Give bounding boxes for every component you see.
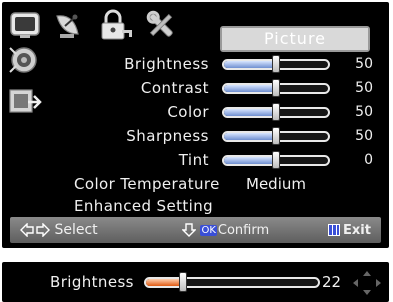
menu-title-tab: Picture — [220, 26, 370, 52]
menu-footer-hints: Select OK Confirm Exit — [10, 217, 381, 243]
tint-slider-handle[interactable] — [272, 151, 280, 169]
quick-brightness-label: Brightness — [50, 273, 134, 291]
contrast-row[interactable]: Contrast 50 — [2, 76, 389, 100]
picture-osd-menu: Picture Brightness 50 Contrast 50 Color … — [2, 2, 389, 248]
exit-label: Exit — [343, 223, 371, 238]
quick-brightness-slider[interactable] — [144, 277, 320, 288]
brightness-label: Brightness — [124, 55, 209, 73]
color-temperature-label[interactable]: Color Temperature — [74, 172, 220, 196]
brightness-slider-handle[interactable] — [272, 55, 280, 73]
color-value: 50 — [355, 104, 373, 120]
tools-icon[interactable] — [144, 8, 178, 42]
exit-hint[interactable]: Exit — [328, 217, 371, 243]
quick-brightness-value: 22 — [322, 273, 342, 291]
menu-title: Picture — [222, 28, 368, 50]
exit-key-icon — [328, 224, 340, 236]
contrast-value: 50 — [355, 80, 373, 96]
confirm-hint: OK Confirm — [181, 217, 270, 243]
sharpness-slider-handle[interactable] — [272, 127, 280, 145]
down-arrow-icon — [181, 223, 197, 237]
ok-key-badge: OK — [200, 224, 217, 236]
sharpness-row[interactable]: Sharpness 50 — [2, 124, 389, 148]
tv-icon[interactable] — [8, 8, 42, 42]
quick-brightness-bar: Brightness 22 — [2, 262, 389, 302]
left-right-arrows-icon — [20, 222, 50, 238]
sharpness-value: 50 — [355, 128, 373, 144]
confirm-label: Confirm — [217, 223, 270, 238]
select-label: Select — [54, 222, 98, 238]
brightness-row[interactable]: Brightness 50 — [2, 52, 389, 76]
lock-icon[interactable] — [98, 8, 132, 42]
enhanced-setting-item[interactable]: Enhanced Setting — [74, 194, 213, 218]
tint-value: 0 — [364, 152, 373, 168]
color-slider-handle[interactable] — [272, 103, 280, 121]
contrast-slider-handle[interactable] — [272, 79, 280, 97]
color-row[interactable]: Color 50 — [2, 100, 389, 124]
quick-brightness-slider-handle[interactable] — [178, 272, 187, 292]
navigation-arrows-icon — [353, 271, 381, 295]
brightness-value: 50 — [355, 56, 373, 72]
color-label: Color — [167, 103, 209, 121]
contrast-label: Contrast — [140, 79, 209, 97]
select-hint: Select — [20, 217, 98, 243]
satellite-dish-icon[interactable] — [52, 8, 86, 42]
menu-category-bar — [8, 8, 208, 44]
sharpness-label: Sharpness — [126, 127, 209, 145]
tint-label: Tint — [178, 151, 209, 169]
tint-row[interactable]: Tint 0 — [2, 148, 389, 172]
color-temperature-value[interactable]: Medium — [246, 172, 306, 196]
